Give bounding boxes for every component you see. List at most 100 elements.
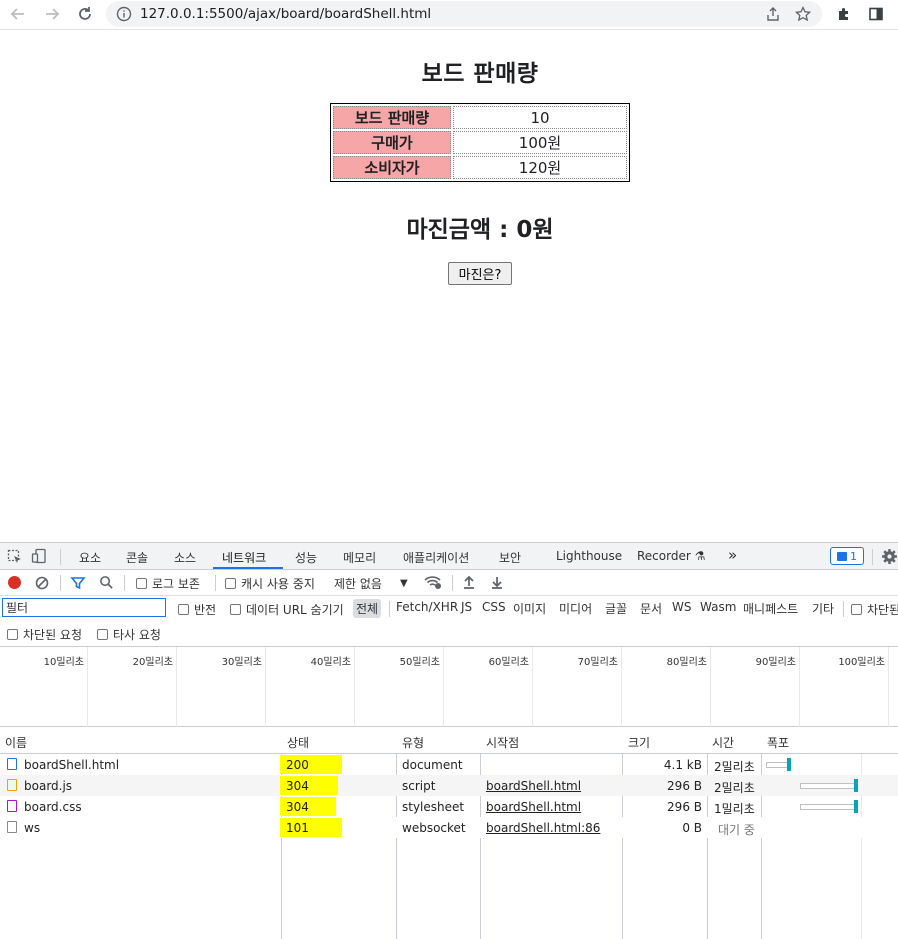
reload-icon[interactable] [73,3,97,25]
blocked-requests-checkbox[interactable]: 차단된 요청 [7,626,82,643]
table-label-cell: 구매가 [333,131,451,154]
filter-funnel-icon[interactable] [70,575,86,591]
network-toolbar: 로그 보존 캐시 사용 중지 제한 없음 ▼ [0,570,898,596]
table-row: 소비자가 120원 [333,156,627,179]
column-header-time[interactable]: 시간 [712,734,734,751]
devtools-panel: 요소 콘솔 소스 네트워크 성능 메모리 애플리케이션 보안 Lighthous… [0,542,898,939]
column-header-initiator[interactable]: 시작점 [486,734,519,751]
tab-console[interactable]: 콘솔 [126,549,148,566]
third-party-checkbox[interactable]: 타사 요청 [97,626,161,643]
throttling-select[interactable]: 제한 없음 ▼ [334,575,408,592]
disable-cache-checkbox[interactable]: 캐시 사용 중지 [225,575,315,592]
table-row[interactable]: board.js 304 script boardShell.html 296 … [0,775,898,796]
inspect-element-icon[interactable] [7,549,23,565]
request-name[interactable]: board.css [24,800,82,814]
bookmark-star-icon[interactable] [794,5,812,23]
filter-type-image[interactable]: 이미지 [510,599,549,618]
filter-type-all[interactable]: 전체 [353,599,382,618]
request-name[interactable]: boardShell.html [24,758,119,772]
tab-security[interactable]: 보안 [499,549,521,566]
record-icon[interactable] [8,576,21,589]
table-header-row: 이름 상태 유형 시작점 크기 시간 폭포 [0,728,898,754]
filter-type-font[interactable]: 글꼴 [602,599,630,618]
divider [389,601,390,617]
network-conditions-wifi-icon[interactable] [424,574,442,590]
column-header-name[interactable]: 이름 [5,734,27,751]
checkbox[interactable] [178,604,189,615]
blocked-cookies-checkbox[interactable]: 차단된 [851,601,898,618]
tab-memory[interactable]: 메모리 [343,549,376,566]
timeline-tick-label: 20밀리초 [132,657,173,668]
sales-table: 보드 판매량 10 구매가 100원 소비자가 120원 [330,103,630,182]
side-panel-icon[interactable] [866,4,886,24]
checkbox[interactable] [230,604,241,615]
filter-type-other[interactable]: 기타 [809,599,837,618]
column-header-status[interactable]: 상태 [287,734,309,751]
import-har-upload-icon[interactable] [462,575,476,589]
timeline-tick-label: 60밀리초 [488,657,529,668]
preserve-log-checkbox[interactable]: 로그 보존 [136,575,200,592]
active-tab-indicator [213,567,283,569]
request-initiator[interactable]: boardShell.html [486,779,581,793]
extensions-puzzle-icon[interactable] [834,4,854,24]
tab-elements[interactable]: 요소 [79,549,101,566]
url-text[interactable]: 127.0.0.1:5500/ajax/board/boardShell.htm… [140,6,431,22]
margin-button[interactable]: 마진은? [448,262,512,285]
timeline-overview[interactable]: 10밀리초 20밀리초 30밀리초 40밀리초 50밀리초 60밀리초 70밀리… [0,647,898,727]
issues-badge[interactable]: 1 [830,547,864,565]
info-icon[interactable] [116,6,132,22]
request-time: 2밀리초 [714,760,755,774]
settings-gear-icon[interactable] [881,548,897,564]
timeline-gridline [532,647,533,727]
filter-input[interactable] [2,598,166,617]
device-toolbar-icon[interactable] [31,548,47,564]
tab-performance[interactable]: 성능 [295,549,317,566]
more-tabs-icon[interactable]: » [728,546,737,564]
filter-type-css[interactable]: CSS [479,599,509,615]
filter-type-js[interactable]: JS [458,599,475,615]
invert-checkbox[interactable]: 반전 [178,601,216,618]
request-size: 0 B [682,821,702,835]
throttling-value: 제한 없음 [334,577,382,591]
filter-type-media[interactable]: 미디어 [556,599,595,618]
tab-application[interactable]: 애플리케이션 [403,549,469,566]
back-arrow-icon[interactable] [6,3,30,25]
blocked-requests-label: 차단된 요청 [23,628,83,642]
search-icon[interactable] [99,575,114,590]
tab-lighthouse[interactable]: Lighthouse [556,549,622,563]
checkbox[interactable] [7,629,18,640]
timeline-gridline [621,647,622,727]
column-header-type[interactable]: 유형 [402,734,424,751]
table-row[interactable]: ws 101 websocket boardShell.html:86 0 B … [0,817,898,838]
checkbox[interactable] [851,604,862,615]
checkbox[interactable] [225,578,236,589]
address-bar[interactable]: 127.0.0.1:5500/ajax/board/boardShell.htm… [106,1,822,27]
timeline-gridline [710,647,711,727]
clear-icon[interactable] [35,576,49,590]
request-initiator[interactable]: boardShell.html [486,800,581,814]
request-name[interactable]: board.js [24,779,72,793]
tab-network[interactable]: 네트워크 [222,549,266,566]
hide-data-urls-checkbox[interactable]: 데이터 URL 숨기기 [230,601,344,618]
tab-sources[interactable]: 소스 [174,549,196,566]
column-header-size[interactable]: 크기 [628,734,650,751]
export-har-download-icon[interactable] [490,575,504,589]
filter-type-doc[interactable]: 문서 [637,599,665,618]
checkbox[interactable] [136,578,147,589]
filter-type-fetch-xhr[interactable]: Fetch/XHR [393,599,461,615]
stylesheet-file-icon [7,800,17,812]
request-initiator[interactable]: boardShell.html:86 [486,821,600,835]
forward-arrow-icon[interactable] [40,3,64,25]
tab-recorder[interactable]: Recorder ⚗ [637,549,706,563]
blocked-cookies-label: 차단된 [867,603,898,617]
table-row[interactable]: boardShell.html 200 document 4.1 kB 2밀리초 [0,754,898,775]
table-value-cell: 10 [453,106,627,129]
filter-type-wasm[interactable]: Wasm [697,599,739,615]
filter-type-manifest[interactable]: 매니페스트 [740,599,801,618]
share-icon[interactable] [764,5,782,23]
column-header-waterfall[interactable]: 폭포 [767,734,789,751]
table-row[interactable]: board.css 304 stylesheet boardShell.html… [0,796,898,817]
checkbox[interactable] [97,629,108,640]
request-name[interactable]: ws [24,821,40,835]
filter-type-ws[interactable]: WS [669,599,694,615]
